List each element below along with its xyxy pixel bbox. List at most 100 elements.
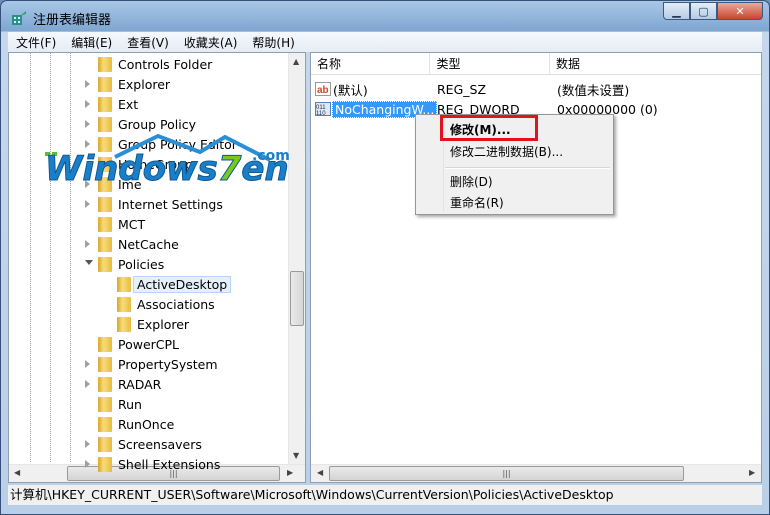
folder-icon <box>98 77 112 92</box>
menu-bar: 文件(F) 编辑(E) 查看(V) 收藏夹(A) 帮助(H) <box>8 32 762 52</box>
expand-arrow-icon[interactable] <box>85 440 90 448</box>
scroll-down-icon[interactable]: ▼ <box>293 451 299 460</box>
tree-item[interactable]: ActiveDesktop <box>133 274 232 294</box>
column-data[interactable]: 数据 <box>550 53 761 74</box>
values-hscroll-thumb[interactable]: ||| <box>329 466 684 481</box>
folder-icon <box>117 277 131 292</box>
tree-item[interactable]: NetCache <box>118 234 179 254</box>
tree-item-label: HomeGroup <box>118 156 193 172</box>
folder-icon <box>98 57 112 72</box>
tree-item-label: Internet Settings <box>118 196 223 212</box>
tree-item[interactable]: PowerCPL <box>118 334 179 354</box>
tree-item[interactable]: Group Policy <box>118 114 196 134</box>
tree-item-label: RunOnce <box>118 416 175 432</box>
scroll-right-icon[interactable]: ▶ <box>749 468 755 477</box>
menu-file[interactable]: 文件(F) <box>8 34 63 51</box>
column-name[interactable]: 名称 <box>311 53 431 74</box>
tree-item-label: NetCache <box>118 236 179 252</box>
tree-item[interactable]: PropertySystem <box>118 354 218 374</box>
tree-item[interactable]: RunOnce <box>118 414 174 434</box>
tree-item[interactable]: MCT <box>118 214 145 234</box>
tree-item[interactable]: Explorer <box>137 314 189 334</box>
folder-icon <box>98 457 112 472</box>
menu-item-delete[interactable]: 删除(D) <box>450 173 493 190</box>
folder-icon <box>98 97 112 112</box>
folder-icon <box>98 357 112 372</box>
tree-item-label: Shell Extensions <box>118 456 221 472</box>
window-title: 注册表编辑器 <box>33 12 112 28</box>
menu-item-rename[interactable]: 重命名(R) <box>450 194 504 211</box>
key-tree-pane[interactable]: ▲ ▼ ◀ ||| ▶ Controls Folder Explorer Ext Gr… <box>8 52 306 483</box>
column-type[interactable]: 类型 <box>430 53 550 74</box>
tree-item[interactable]: Shell Extensions <box>118 454 220 474</box>
scroll-left-icon[interactable]: ◀ <box>14 468 20 477</box>
tree-item-label: ActiveDesktop <box>133 275 232 293</box>
menu-help[interactable]: 帮助(H) <box>244 34 301 51</box>
tree-item-label: Group Policy <box>118 116 196 132</box>
tree-item-label: Policies <box>118 256 165 272</box>
tree-item-label: RADAR <box>118 376 162 392</box>
expand-arrow-icon[interactable] <box>85 140 90 148</box>
values-header: 名称 类型 数据 <box>311 53 761 75</box>
tree-item[interactable]: Group Policy Editor <box>118 134 237 154</box>
tree-item[interactable]: Explorer <box>118 74 170 94</box>
tree-vscroll-thumb[interactable] <box>290 271 304 326</box>
value-data: (数值未设置) <box>557 82 630 98</box>
folder-icon <box>98 117 112 132</box>
tree-item[interactable]: Associations <box>137 294 215 314</box>
expand-arrow-icon[interactable] <box>85 240 90 248</box>
maximize-button[interactable]: ▢ <box>690 2 717 20</box>
value-type: REG_SZ <box>437 81 487 97</box>
tree-item-label: Explorer <box>137 316 190 332</box>
tree-vertical-scrollbar[interactable]: ▲ ▼ <box>288 53 305 464</box>
folder-icon <box>117 297 131 312</box>
maximize-icon: ▢ <box>698 4 709 18</box>
scroll-left-icon[interactable]: ◀ <box>317 468 323 477</box>
scroll-up-icon[interactable]: ▲ <box>293 57 299 66</box>
tree-item-label: Ime <box>118 176 142 192</box>
folder-icon <box>98 177 112 192</box>
tree-item[interactable]: HomeGroup <box>118 154 193 174</box>
tree-item[interactable]: Ime <box>118 174 142 194</box>
expand-arrow-icon[interactable] <box>85 360 90 368</box>
folder-icon <box>98 437 112 452</box>
scroll-right-icon[interactable]: ▶ <box>287 468 293 477</box>
menu-edit[interactable]: 编辑(E) <box>63 34 119 51</box>
tree-item-label: Explorer <box>118 76 171 92</box>
expand-arrow-icon[interactable] <box>85 180 90 188</box>
tree-item-label: Run <box>118 396 142 412</box>
svg-text:ab: ab <box>317 85 329 96</box>
folder-icon <box>117 317 131 332</box>
dword-value-icon: 011110 <box>315 102 331 116</box>
value-name: (默认) <box>333 82 368 98</box>
string-value-icon: ab <box>315 82 331 96</box>
expand-arrow-icon[interactable] <box>85 460 90 468</box>
minimize-button[interactable]: ▁ <box>663 2 690 20</box>
tree-item[interactable]: Policies <box>118 254 164 274</box>
tree-item[interactable]: Screensavers <box>118 434 202 454</box>
folder-icon <box>98 197 112 212</box>
tree-guide-line <box>50 53 51 462</box>
tree-item-label: Screensavers <box>118 436 202 452</box>
expand-arrow-icon[interactable] <box>85 100 90 108</box>
expand-arrow-icon[interactable] <box>85 120 90 128</box>
expand-arrow-icon[interactable] <box>85 380 90 388</box>
expand-arrow-icon[interactable] <box>85 200 90 208</box>
close-button[interactable]: ✕ <box>717 2 763 20</box>
highlight-box <box>440 115 538 141</box>
expand-arrow-icon[interactable] <box>85 80 90 88</box>
tree-item[interactable]: Controls Folder <box>118 54 212 74</box>
folder-icon <box>98 157 112 172</box>
menu-favorites[interactable]: 收藏夹(A) <box>176 34 245 51</box>
tree-item[interactable]: RADAR <box>118 374 161 394</box>
collapse-arrow-icon[interactable] <box>85 260 93 265</box>
menu-view[interactable]: 查看(V) <box>119 34 176 51</box>
values-horizontal-scrollbar[interactable]: ◀ ||| ▶ <box>311 464 761 482</box>
menu-item-modify-binary[interactable]: 修改二进制数据(B)... <box>450 143 563 160</box>
tree-item[interactable]: Run <box>118 394 142 414</box>
tree-item[interactable]: Ext <box>118 94 138 114</box>
tree-item[interactable]: Internet Settings <box>118 194 223 214</box>
tree-item-label: Controls Folder <box>118 56 213 72</box>
svg-text:110: 110 <box>316 111 326 116</box>
minimize-icon: ▁ <box>672 4 681 18</box>
